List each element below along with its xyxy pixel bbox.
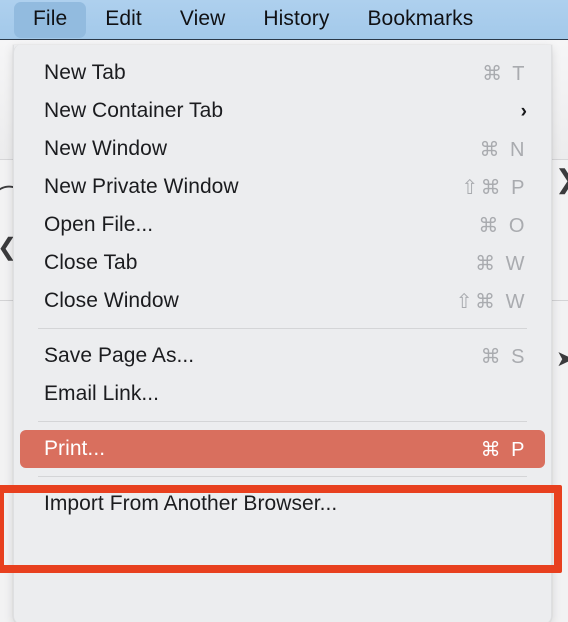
menu-item-shortcut: ⌘ N (479, 138, 527, 161)
menu-item-new-window[interactable]: New Window ⌘ N (20, 130, 545, 168)
menubar-item-edit-label: Edit (105, 6, 142, 30)
menubar-item-file-label: File (33, 6, 68, 30)
menu-separator (38, 421, 527, 422)
menubar-item-view[interactable]: View (161, 2, 245, 38)
menu-separator (38, 328, 527, 329)
menu-bar: File Edit View History Bookmarks (0, 0, 568, 40)
menu-item-open-file[interactable]: Open File... ⌘ O (20, 206, 545, 244)
menu-item-shortcut: ⌘ P (480, 438, 527, 461)
menu-item-shortcut: ⌘ T (482, 62, 527, 85)
menubar-item-history-label: History (263, 6, 330, 30)
menubar-item-edit[interactable]: Edit (86, 2, 161, 38)
menu-item-label: Open File... (44, 213, 154, 236)
menu-item-new-tab[interactable]: New Tab ⌘ T (20, 54, 545, 92)
menu-item-shortcut: ⌘ S (480, 345, 527, 368)
file-menu-list: New Tab ⌘ T New Container Tab › New Window ⌘ … (14, 54, 551, 523)
menu-item-shortcut: ⇧⌘ P (461, 176, 527, 199)
menu-item-label: Close Tab (44, 251, 138, 274)
menu-item-label: Save Page As... (44, 344, 195, 367)
file-dropdown-menu: New Tab ⌘ T New Container Tab › New Window ⌘ … (13, 45, 552, 622)
menu-item-save-page-as[interactable]: Save Page As... ⌘ S (20, 337, 545, 375)
menubar-item-file[interactable]: File (14, 1, 87, 38)
menu-item-label: Email Link... (44, 382, 160, 405)
menu-item-close-tab[interactable]: Close Tab ⌘ W (20, 244, 545, 282)
menubar-item-bookmarks-label: Bookmarks (367, 6, 474, 30)
menu-item-shortcut: ⌘ O (478, 214, 527, 237)
screen-root: ⌒ ❮ ❯ ➤ File Edit View History Bookmarks… (0, 0, 568, 622)
menu-item-label: New Container Tab (44, 99, 224, 122)
menubar-item-history[interactable]: History (244, 2, 348, 38)
menu-item-import-from-another-browser[interactable]: Import From Another Browser... (20, 485, 545, 523)
menu-item-email-link[interactable]: Email Link... (20, 375, 545, 413)
menu-item-print[interactable]: Print... ⌘ P (20, 430, 545, 468)
menu-item-shortcut: ⌘ W (475, 252, 527, 275)
menu-separator (38, 476, 527, 477)
menu-item-label: New Tab (44, 61, 126, 84)
background-right-edge-icon: ❯ (555, 166, 568, 192)
menu-item-label: Close Window (44, 289, 179, 312)
menu-item-label: Print... (44, 437, 106, 460)
menu-item-new-container-tab[interactable]: New Container Tab › (20, 92, 545, 130)
menu-item-label: Import From Another Browser... (44, 492, 338, 515)
background-arrow-icon: ➤ (556, 346, 568, 371)
menu-item-label: New Private Window (44, 175, 239, 198)
chevron-right-icon: › (520, 100, 527, 122)
menu-item-label: New Window (44, 137, 168, 160)
menu-item-close-window[interactable]: Close Window ⇧⌘ W (20, 282, 545, 320)
menu-item-new-private-window[interactable]: New Private Window ⇧⌘ P (20, 168, 545, 206)
menubar-item-bookmarks[interactable]: Bookmarks (348, 2, 492, 38)
menu-item-shortcut: ⇧⌘ W (455, 290, 527, 313)
menubar-item-view-label: View (179, 6, 226, 30)
